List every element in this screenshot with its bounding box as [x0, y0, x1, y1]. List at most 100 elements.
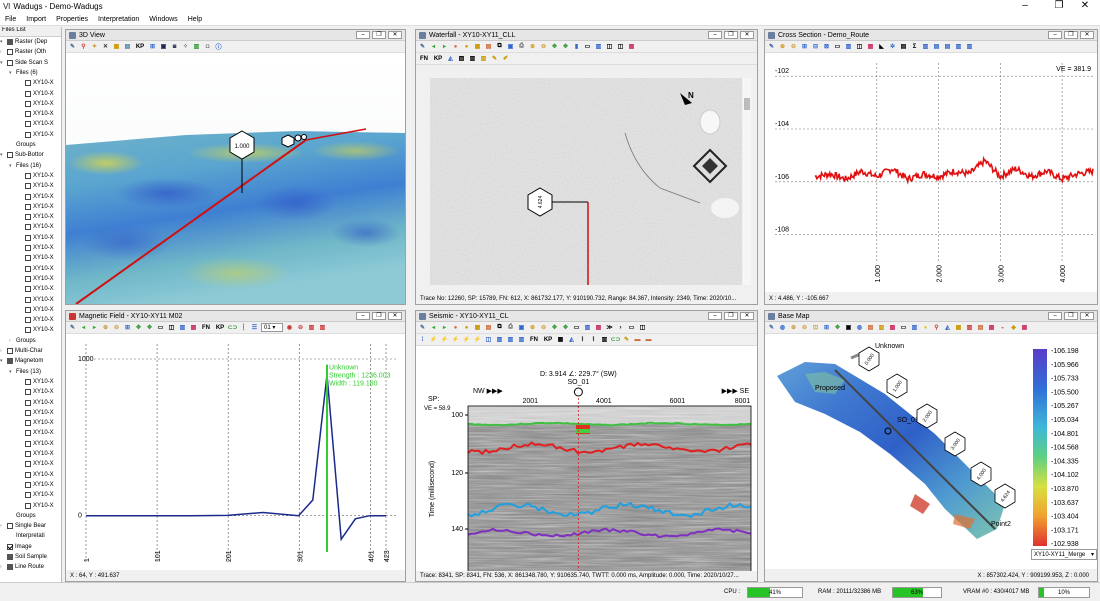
panel-close-button[interactable]: ✕ [740, 31, 754, 39]
gain-icon[interactable]: ◭ [446, 54, 455, 63]
zoom-out-icon[interactable]: ⊖ [789, 42, 798, 51]
panel-minimize-button[interactable]: – [708, 312, 722, 320]
rows2-icon[interactable]: ▤ [943, 42, 952, 51]
layer-checkbox[interactable] [25, 492, 31, 499]
move-icon[interactable]: ✥ [134, 323, 143, 332]
columns-icon[interactable]: ▥ [921, 42, 930, 51]
palette-icon[interactable]: ▩ [987, 323, 996, 332]
file-tree-item[interactable]: XY10-X [18, 480, 54, 490]
panel-restore-button[interactable]: ❐ [724, 312, 738, 320]
panel-minimize-button[interactable]: – [356, 312, 370, 320]
file-tree-item[interactable]: ▾ Side Scan S [0, 58, 48, 68]
layer-checkbox[interactable] [25, 111, 31, 118]
file-tree-item[interactable]: Soil Sample [0, 552, 47, 562]
minimize-button[interactable]: – [1010, 0, 1040, 13]
file-tree-item[interactable]: XY10-X [18, 99, 54, 109]
file-tree-item[interactable]: ▾ Files (13) [9, 367, 41, 377]
layer-checkbox[interactable] [25, 183, 31, 190]
pick-icon[interactable]: ⚡ [429, 335, 438, 344]
marker-icon[interactable]: ✐ [501, 54, 510, 63]
layer-checkbox[interactable] [25, 451, 31, 457]
zoom-out-icon[interactable]: ⊖ [800, 323, 809, 332]
panel-icon[interactable]: ▥ [594, 42, 603, 51]
layer-checkbox[interactable] [25, 255, 31, 262]
stack-icon[interactable]: ▤ [976, 323, 985, 332]
colorbar2-icon[interactable]: ▬ [644, 335, 653, 344]
panel-minimize-button[interactable]: – [1048, 312, 1062, 320]
layer-checkbox[interactable] [25, 224, 31, 231]
chart2-icon[interactable]: ▥ [318, 323, 327, 332]
waterfall-scrollbar[interactable] [743, 78, 751, 285]
grid-icon[interactable]: ▦ [954, 323, 963, 332]
layer-checkbox[interactable] [25, 327, 31, 334]
file-tree-item[interactable]: XY10-X [18, 490, 54, 500]
grid-dots-icon[interactable]: ⁘ [181, 42, 190, 51]
layer-checkbox[interactable] [25, 90, 31, 97]
expand-arrow-icon[interactable]: › [0, 523, 7, 529]
panel-minimize-button[interactable]: – [708, 31, 722, 39]
copy-icon[interactable]: ⧉ [495, 42, 504, 51]
next-icon[interactable]: › [616, 323, 625, 332]
cross-section-plot[interactable]: -102 -104 -106 -108 1.000 2.000 3.000 4.000 VE =… [765, 53, 1097, 292]
base-map-canvas[interactable]: Unknown Proposed SO_01 Point2 0.000 1.000… [765, 334, 1097, 569]
expand-arrow-icon[interactable]: ▾ [0, 60, 7, 66]
palette-icon[interactable]: ● [451, 323, 460, 332]
pen-tool-icon[interactable]: ✎ [418, 42, 427, 51]
layer-checkbox[interactable] [25, 420, 31, 427]
file-tree-item[interactable]: XY10-X [18, 408, 54, 418]
layer-checkbox[interactable] [25, 471, 31, 478]
layer-checkbox[interactable] [25, 100, 31, 107]
zoom-in-icon[interactable]: ⊕ [528, 42, 537, 51]
file-tree-item[interactable]: XY10-X [18, 202, 54, 212]
layer-checkbox[interactable] [25, 440, 31, 447]
shape-icon[interactable]: ◭ [943, 323, 952, 332]
layer-checkbox[interactable] [7, 358, 13, 365]
file-tree-item[interactable]: XY10-X [18, 377, 54, 387]
asterisk-icon[interactable]: ✲ [888, 42, 897, 51]
file-tree-item[interactable]: XY10-X [18, 119, 54, 129]
grid-icon[interactable]: ▤ [123, 42, 132, 51]
phase-icon[interactable]: ▥ [600, 335, 609, 344]
fit-icon[interactable]: ⊞ [800, 42, 809, 51]
panel-restore-button[interactable]: ❐ [1064, 31, 1078, 39]
file-tree-item[interactable]: › Single Bear [0, 521, 46, 531]
file-tree-item[interactable]: XY10-X [18, 418, 54, 428]
bars-icon[interactable]: ▥ [479, 54, 488, 63]
close-x-icon[interactable]: ✕ [101, 42, 110, 51]
expand-arrow-icon[interactable]: ▾ [9, 70, 16, 76]
panel-restore-button[interactable]: ❐ [372, 31, 386, 39]
window-icon[interactable]: ▭ [833, 42, 842, 51]
arrow-left-icon[interactable]: ◂ [79, 323, 88, 332]
layer-checkbox[interactable] [25, 203, 31, 210]
file-tree-item[interactable]: XY10-X [18, 501, 54, 511]
panel-close-button[interactable]: ✕ [388, 31, 402, 39]
bars-icon[interactable]: ▥ [954, 42, 963, 51]
file-tree-item[interactable]: XY10-X [18, 264, 54, 274]
file-tree-item[interactable]: XY10-X [18, 274, 54, 284]
table-icon[interactable]: ▦ [556, 335, 565, 344]
file-tree-item[interactable]: XY10-X [18, 305, 54, 315]
rows-icon[interactable]: ▤ [932, 42, 941, 51]
file-tree-item[interactable]: XY10-X [18, 449, 54, 459]
file-tree-item[interactable]: XY10-X [18, 387, 54, 397]
file-tree-item[interactable]: ▾ Files (6) [9, 68, 38, 78]
fit-icon[interactable]: ✥ [561, 323, 570, 332]
display-icon[interactable]: ▣ [159, 42, 168, 51]
pick4-icon[interactable]: ⚡ [462, 335, 471, 344]
chart-icon[interactable]: ▥ [307, 323, 316, 332]
pick3-icon[interactable]: ⚡ [451, 335, 460, 344]
layers-icon[interactable]: ▤ [866, 323, 875, 332]
layer-checkbox[interactable] [25, 265, 31, 272]
pen-tool-icon[interactable]: ✎ [418, 323, 427, 332]
split-icon[interactable]: ◫ [605, 42, 614, 51]
zoom-in-icon[interactable]: ⊕ [789, 323, 798, 332]
tag-icon[interactable]: ◆ [1009, 323, 1018, 332]
panel-close-button[interactable]: ✕ [1080, 312, 1094, 320]
zoom-out-icon[interactable]: ⊖ [539, 42, 548, 51]
cursor-icon[interactable]: ⁞ [418, 335, 427, 344]
palette-icon[interactable]: ● [451, 42, 460, 51]
layers-icon[interactable]: ▤ [899, 42, 908, 51]
file-tree-item[interactable]: Groups [9, 140, 36, 150]
expand-arrow-icon[interactable]: › [0, 348, 7, 354]
file-tree-item[interactable]: XY10-X [18, 284, 54, 294]
